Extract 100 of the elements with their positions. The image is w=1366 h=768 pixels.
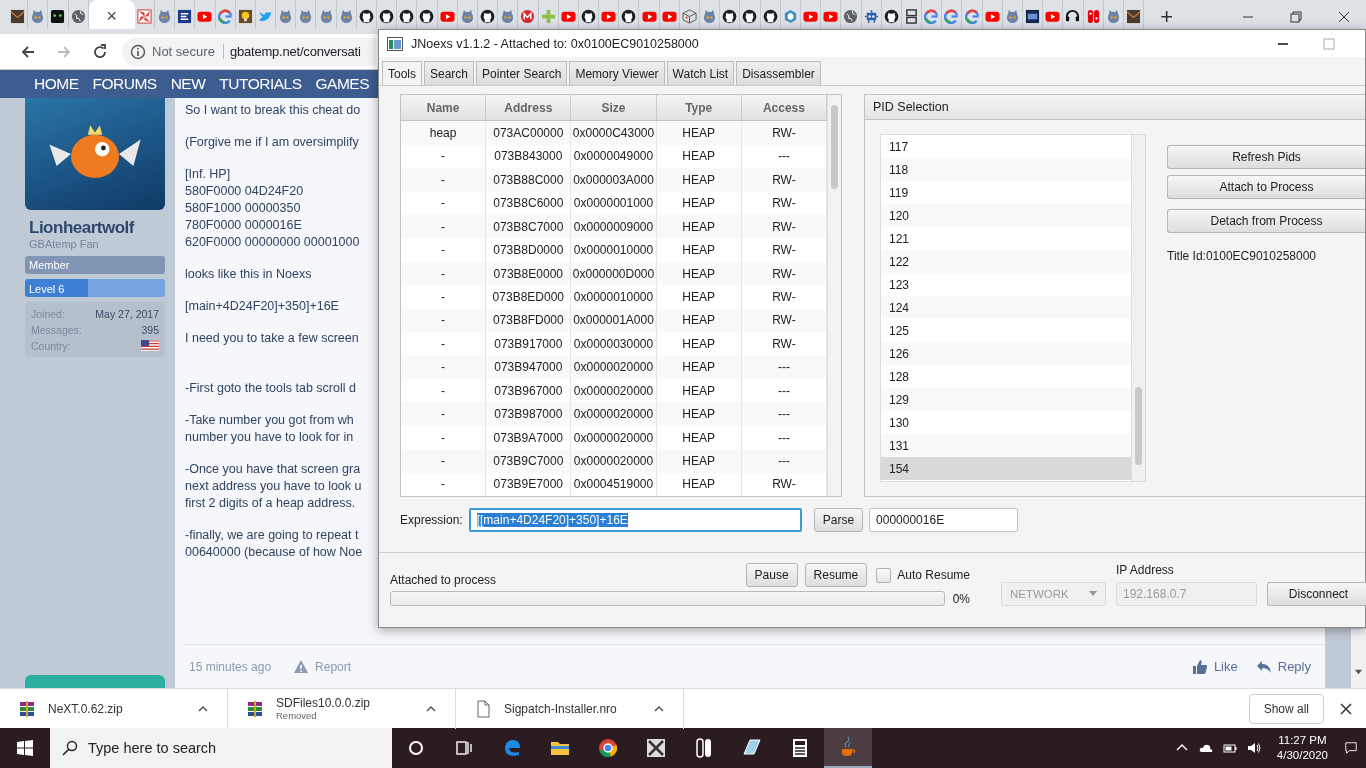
post-paragraph: [Inf. HP] 580F0000 04D24F20 580F1000 00000350 780F0000 0000016E 620F0000 00000000 00001000 bbox=[185, 166, 360, 251]
github-icon bbox=[399, 8, 415, 24]
search-field[interactable]: Type here to search bbox=[50, 728, 392, 768]
table-cell: - bbox=[401, 308, 487, 333]
tab-close-button[interactable]: × bbox=[106, 5, 117, 27]
pid-item[interactable]: 130 bbox=[881, 411, 1131, 434]
auto-resume-checkbox[interactable]: Auto Resume bbox=[876, 563, 970, 587]
table-cell: 073B917000 bbox=[486, 332, 572, 356]
address-bar[interactable]: Not secure gbatemp.net/conversati bbox=[122, 37, 376, 66]
table-cell: 073B8E0000 bbox=[486, 261, 572, 286]
parse-button[interactable]: Parse bbox=[813, 508, 864, 532]
speaker-icon[interactable] bbox=[1246, 741, 1261, 755]
column-header[interactable]: Type bbox=[656, 95, 742, 121]
security-label: Not secure bbox=[152, 44, 224, 59]
scrollbar[interactable] bbox=[827, 95, 841, 496]
tab[interactable]: Memory Viewer bbox=[569, 61, 665, 85]
pid-item[interactable]: 126 bbox=[881, 342, 1131, 365]
pid-item[interactable]: 128 bbox=[881, 365, 1131, 388]
table-cell: heap bbox=[401, 121, 487, 145]
action-button[interactable]: Detach from Process bbox=[1167, 209, 1365, 233]
browser-tab[interactable] bbox=[377, 0, 398, 29]
clock[interactable]: 11:27 PM 4/30/2020 bbox=[1270, 733, 1334, 763]
result-field[interactable]: 000000016E bbox=[869, 508, 1019, 532]
tab[interactable]: Disassembler bbox=[736, 61, 821, 85]
scrollbar[interactable] bbox=[1131, 135, 1145, 481]
github-icon bbox=[580, 8, 596, 24]
pid-item[interactable]: 129 bbox=[881, 388, 1131, 411]
mail-icon bbox=[10, 8, 26, 24]
pid-item[interactable]: 154 bbox=[881, 457, 1131, 480]
back-icon[interactable] bbox=[20, 43, 36, 60]
pid-item[interactable]: 120 bbox=[881, 204, 1131, 227]
plus-icon bbox=[540, 8, 556, 24]
column-header[interactable]: Address bbox=[486, 95, 572, 121]
browser-tab[interactable] bbox=[8, 0, 29, 29]
show-all-button[interactable]: Show all bbox=[1248, 693, 1324, 724]
stat-label: Joined: bbox=[31, 307, 65, 320]
tab[interactable]: Tools bbox=[382, 61, 422, 85]
nav-link[interactable]: FORUMS bbox=[92, 75, 157, 93]
scroll-down-icon[interactable] bbox=[1354, 667, 1363, 676]
action-button[interactable]: Attach to Process bbox=[1167, 175, 1365, 199]
action-button[interactable]: Refresh Pids bbox=[1167, 145, 1365, 169]
browser-tab[interactable] bbox=[175, 0, 196, 29]
close-icon[interactable] bbox=[1338, 11, 1350, 23]
nav-link[interactable]: NEW bbox=[170, 75, 206, 93]
table-cell: - bbox=[401, 261, 487, 286]
pid-item[interactable]: 117 bbox=[881, 135, 1131, 158]
table-cell: 0x0004519000 bbox=[571, 472, 657, 497]
pid-item[interactable]: 118 bbox=[881, 158, 1131, 181]
pid-item[interactable]: 125 bbox=[881, 319, 1131, 342]
archive-icon bbox=[246, 699, 264, 718]
pid-item[interactable]: 122 bbox=[881, 250, 1131, 273]
restore-icon[interactable] bbox=[1290, 11, 1302, 23]
post-paragraph: (Forgive me if I am oversimplify bbox=[185, 134, 359, 151]
table-cell: 073B9E7000 bbox=[486, 472, 572, 497]
thumbs-up-icon bbox=[1191, 658, 1208, 675]
browser-tab[interactable] bbox=[48, 0, 69, 29]
app-icon bbox=[387, 36, 403, 51]
table-cell: HEAP bbox=[656, 308, 742, 333]
table-cell: - bbox=[401, 285, 487, 309]
browser-tab[interactable]: × bbox=[88, 0, 135, 29]
windows-start-icon[interactable] bbox=[17, 740, 33, 756]
browser-tab[interactable] bbox=[1023, 0, 1044, 29]
pid-item[interactable]: 119 bbox=[881, 181, 1131, 204]
reply-link[interactable]: Reply bbox=[1255, 658, 1311, 675]
window-title: JNoexs v1.1.2 - Attached to: 0x0100EC9010258000 bbox=[411, 36, 699, 51]
tab[interactable]: Search bbox=[424, 61, 475, 85]
close-icon[interactable] bbox=[1340, 702, 1352, 715]
pid-item[interactable]: 123 bbox=[881, 273, 1131, 296]
nav-link[interactable]: GAMES bbox=[315, 75, 370, 93]
column-header[interactable]: Name bbox=[401, 95, 487, 121]
resume-button[interactable]: Resume bbox=[804, 563, 868, 587]
like-link[interactable]: Like bbox=[1191, 658, 1238, 675]
reload-icon[interactable] bbox=[92, 43, 108, 60]
google-icon bbox=[924, 8, 940, 24]
table-cell: 0x0000C43000 bbox=[571, 121, 657, 145]
nav-link[interactable]: HOME bbox=[34, 75, 79, 93]
expression-field[interactable]: [[main+4D24F20]+350]+16E bbox=[468, 508, 802, 532]
globe-icon bbox=[843, 8, 859, 24]
table-cell: HEAP bbox=[656, 402, 742, 426]
nav-link[interactable]: TUTORIALS bbox=[219, 75, 302, 93]
username[interactable]: Lionheartwolf bbox=[25, 218, 165, 238]
status-text: Attached to process bbox=[390, 573, 497, 587]
new-tab-button[interactable]: + bbox=[1156, 4, 1177, 30]
pid-item[interactable]: 121 bbox=[881, 227, 1131, 250]
pid-item[interactable]: 124 bbox=[881, 296, 1131, 319]
pid-item[interactable]: 131 bbox=[881, 434, 1131, 457]
info-icon[interactable] bbox=[130, 43, 146, 60]
table-cell: 0x0000010000 bbox=[571, 238, 657, 262]
post-paragraph: So I want to break this cheat do bbox=[185, 102, 361, 119]
column-header[interactable]: Size bbox=[571, 95, 657, 121]
battery-icon[interactable] bbox=[1222, 741, 1237, 755]
scrollbar[interactable] bbox=[1351, 629, 1366, 688]
notification-icon[interactable] bbox=[1344, 741, 1358, 755]
pause-button[interactable]: Pause bbox=[745, 563, 798, 587]
stat-value: 395 bbox=[141, 323, 159, 336]
tab[interactable]: Pointer Search bbox=[476, 61, 568, 85]
github-icon bbox=[358, 8, 374, 24]
table-cell: - bbox=[401, 238, 487, 262]
tab[interactable]: Watch List bbox=[666, 61, 735, 85]
disconnect-button[interactable]: Disconnect bbox=[1267, 582, 1366, 606]
